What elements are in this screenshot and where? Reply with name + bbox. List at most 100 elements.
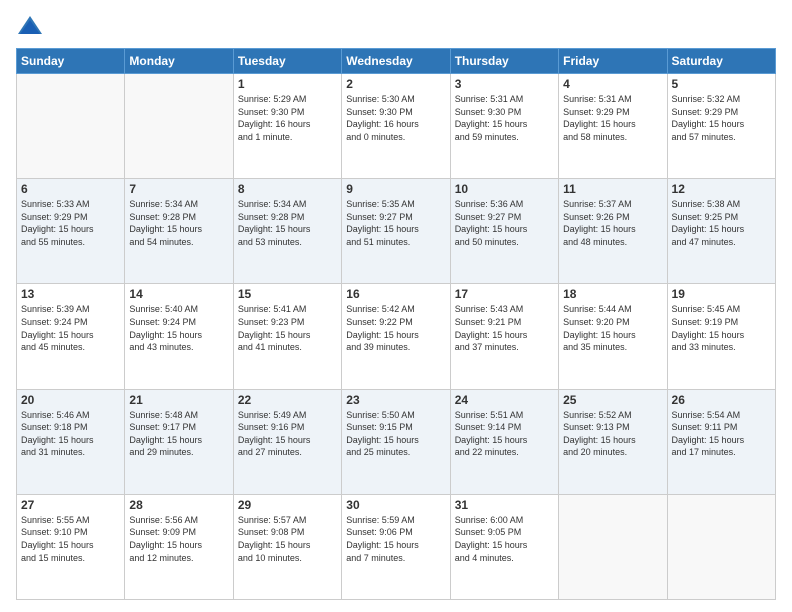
- day-of-week-header: Thursday: [450, 49, 558, 74]
- cell-content: Sunrise: 5:31 AM Sunset: 9:30 PM Dayligh…: [455, 93, 554, 143]
- day-of-week-header: Wednesday: [342, 49, 450, 74]
- cell-content: Sunrise: 5:52 AM Sunset: 9:13 PM Dayligh…: [563, 409, 662, 459]
- day-number: 11: [563, 182, 662, 196]
- day-number: 31: [455, 498, 554, 512]
- calendar-cell: 14 Sunrise: 5:40 AM Sunset: 9:24 PM Dayli…: [125, 284, 233, 389]
- cell-content: Sunrise: 5:49 AM Sunset: 9:16 PM Dayligh…: [238, 409, 337, 459]
- calendar-cell: 22Sunrise: 5:49 AM Sunset: 9:16 PM Dayli…: [233, 389, 341, 494]
- cell-content: Sunrise: 5:32 AM Sunset: 9:29 PM Dayligh…: [672, 93, 771, 143]
- day-number: 8: [238, 182, 337, 196]
- day-number: 16: [346, 287, 445, 301]
- cell-content: Sunrise: 5:30 AM Sunset: 9:30 PM Dayligh…: [346, 93, 445, 143]
- day-number: 28: [129, 498, 228, 512]
- calendar-cell: 25 Sunrise: 5:52 AM Sunset: 9:13 PM Dayli…: [559, 389, 667, 494]
- cell-content: Sunrise: 5:46 AM Sunset: 9:18 PM Dayligh…: [21, 409, 120, 459]
- day-number: 5: [672, 77, 771, 91]
- cell-content: Sunrise: 5:57 AM Sunset: 9:08 PM Dayligh…: [238, 514, 337, 564]
- day-number: 3: [455, 77, 554, 91]
- day-number: 24: [455, 393, 554, 407]
- calendar-week-row: 13 Sunrise: 5:39 AM Sunset: 9:24 PM Dayli…: [17, 284, 776, 389]
- calendar-cell: 1 Sunrise: 5:29 AM Sunset: 9:30 PM Daylig…: [233, 74, 341, 179]
- calendar-cell: [667, 494, 775, 599]
- cell-content: Sunrise: 5:41 AM Sunset: 9:23 PM Dayligh…: [238, 303, 337, 353]
- calendar-cell: 12Sunrise: 5:38 AM Sunset: 9:25 PM Dayli…: [667, 179, 775, 284]
- day-number: 2: [346, 77, 445, 91]
- cell-content: Sunrise: 5:54 AM Sunset: 9:11 PM Dayligh…: [672, 409, 771, 459]
- calendar-week-row: 27Sunrise: 5:55 AM Sunset: 9:10 PM Dayli…: [17, 494, 776, 599]
- cell-content: Sunrise: 5:29 AM Sunset: 9:30 PM Dayligh…: [238, 93, 337, 143]
- cell-content: Sunrise: 5:51 AM Sunset: 9:14 PM Dayligh…: [455, 409, 554, 459]
- cell-content: Sunrise: 5:33 AM Sunset: 9:29 PM Dayligh…: [21, 198, 120, 248]
- day-number: 15: [238, 287, 337, 301]
- calendar-cell: [559, 494, 667, 599]
- cell-content: Sunrise: 5:50 AM Sunset: 9:15 PM Dayligh…: [346, 409, 445, 459]
- calendar-cell: 6 Sunrise: 5:33 AM Sunset: 9:29 PM Daylig…: [17, 179, 125, 284]
- calendar-cell: 11 Sunrise: 5:37 AM Sunset: 9:26 PM Dayli…: [559, 179, 667, 284]
- calendar-cell: 7 Sunrise: 5:34 AM Sunset: 9:28 PM Daylig…: [125, 179, 233, 284]
- calendar-cell: 13 Sunrise: 5:39 AM Sunset: 9:24 PM Dayli…: [17, 284, 125, 389]
- day-of-week-header: Friday: [559, 49, 667, 74]
- day-number: 6: [21, 182, 120, 196]
- day-number: 14: [129, 287, 228, 301]
- cell-content: Sunrise: 5:48 AM Sunset: 9:17 PM Dayligh…: [129, 409, 228, 459]
- calendar-cell: 24 Sunrise: 5:51 AM Sunset: 9:14 PM Dayli…: [450, 389, 558, 494]
- calendar-week-row: 1 Sunrise: 5:29 AM Sunset: 9:30 PM Daylig…: [17, 74, 776, 179]
- day-number: 19: [672, 287, 771, 301]
- calendar-cell: 9 Sunrise: 5:35 AM Sunset: 9:27 PM Daylig…: [342, 179, 450, 284]
- day-number: 29: [238, 498, 337, 512]
- day-number: 9: [346, 182, 445, 196]
- day-number: 7: [129, 182, 228, 196]
- day-number: 25: [563, 393, 662, 407]
- cell-content: Sunrise: 5:42 AM Sunset: 9:22 PM Dayligh…: [346, 303, 445, 353]
- calendar-cell: 26 Sunrise: 5:54 AM Sunset: 9:11 PM Dayli…: [667, 389, 775, 494]
- day-of-week-header: Monday: [125, 49, 233, 74]
- day-number: 26: [672, 393, 771, 407]
- day-number: 13: [21, 287, 120, 301]
- day-number: 4: [563, 77, 662, 91]
- cell-content: Sunrise: 6:00 AM Sunset: 9:05 PM Dayligh…: [455, 514, 554, 564]
- cell-content: Sunrise: 5:37 AM Sunset: 9:26 PM Dayligh…: [563, 198, 662, 248]
- calendar-cell: [125, 74, 233, 179]
- calendar-cell: [17, 74, 125, 179]
- day-number: 18: [563, 287, 662, 301]
- header: [16, 12, 776, 40]
- calendar-cell: 3 Sunrise: 5:31 AM Sunset: 9:30 PM Daylig…: [450, 74, 558, 179]
- header-row: SundayMondayTuesdayWednesdayThursdayFrid…: [17, 49, 776, 74]
- calendar-cell: 17Sunrise: 5:43 AM Sunset: 9:21 PM Dayli…: [450, 284, 558, 389]
- day-number: 27: [21, 498, 120, 512]
- cell-content: Sunrise: 5:34 AM Sunset: 9:28 PM Dayligh…: [238, 198, 337, 248]
- calendar-cell: 23 Sunrise: 5:50 AM Sunset: 9:15 PM Dayli…: [342, 389, 450, 494]
- day-number: 10: [455, 182, 554, 196]
- cell-content: Sunrise: 5:35 AM Sunset: 9:27 PM Dayligh…: [346, 198, 445, 248]
- calendar-week-row: 20Sunrise: 5:46 AM Sunset: 9:18 PM Dayli…: [17, 389, 776, 494]
- cell-content: Sunrise: 5:39 AM Sunset: 9:24 PM Dayligh…: [21, 303, 120, 353]
- calendar-cell: 29 Sunrise: 5:57 AM Sunset: 9:08 PM Dayli…: [233, 494, 341, 599]
- calendar-cell: 28Sunrise: 5:56 AM Sunset: 9:09 PM Dayli…: [125, 494, 233, 599]
- calendar-cell: 30Sunrise: 5:59 AM Sunset: 9:06 PM Dayli…: [342, 494, 450, 599]
- day-of-week-header: Tuesday: [233, 49, 341, 74]
- cell-content: Sunrise: 5:44 AM Sunset: 9:20 PM Dayligh…: [563, 303, 662, 353]
- calendar-cell: 21 Sunrise: 5:48 AM Sunset: 9:17 PM Dayli…: [125, 389, 233, 494]
- day-of-week-header: Sunday: [17, 49, 125, 74]
- cell-content: Sunrise: 5:43 AM Sunset: 9:21 PM Dayligh…: [455, 303, 554, 353]
- day-number: 21: [129, 393, 228, 407]
- calendar-cell: 10 Sunrise: 5:36 AM Sunset: 9:27 PM Dayli…: [450, 179, 558, 284]
- day-number: 1: [238, 77, 337, 91]
- calendar-cell: 5 Sunrise: 5:32 AM Sunset: 9:29 PM Daylig…: [667, 74, 775, 179]
- cell-content: Sunrise: 5:45 AM Sunset: 9:19 PM Dayligh…: [672, 303, 771, 353]
- cell-content: Sunrise: 5:38 AM Sunset: 9:25 PM Dayligh…: [672, 198, 771, 248]
- logo: [16, 12, 48, 40]
- cell-content: Sunrise: 5:40 AM Sunset: 9:24 PM Dayligh…: [129, 303, 228, 353]
- cell-content: Sunrise: 5:36 AM Sunset: 9:27 PM Dayligh…: [455, 198, 554, 248]
- cell-content: Sunrise: 5:34 AM Sunset: 9:28 PM Dayligh…: [129, 198, 228, 248]
- calendar-cell: 20Sunrise: 5:46 AM Sunset: 9:18 PM Dayli…: [17, 389, 125, 494]
- calendar-cell: 19 Sunrise: 5:45 AM Sunset: 9:19 PM Dayli…: [667, 284, 775, 389]
- calendar-cell: 15 Sunrise: 5:41 AM Sunset: 9:23 PM Dayli…: [233, 284, 341, 389]
- logo-icon: [16, 12, 44, 40]
- calendar-cell: 18 Sunrise: 5:44 AM Sunset: 9:20 PM Dayli…: [559, 284, 667, 389]
- calendar-cell: 4Sunrise: 5:31 AM Sunset: 9:29 PM Daylig…: [559, 74, 667, 179]
- calendar-week-row: 6 Sunrise: 5:33 AM Sunset: 9:29 PM Daylig…: [17, 179, 776, 284]
- calendar-table: SundayMondayTuesdayWednesdayThursdayFrid…: [16, 48, 776, 600]
- day-number: 23: [346, 393, 445, 407]
- day-number: 30: [346, 498, 445, 512]
